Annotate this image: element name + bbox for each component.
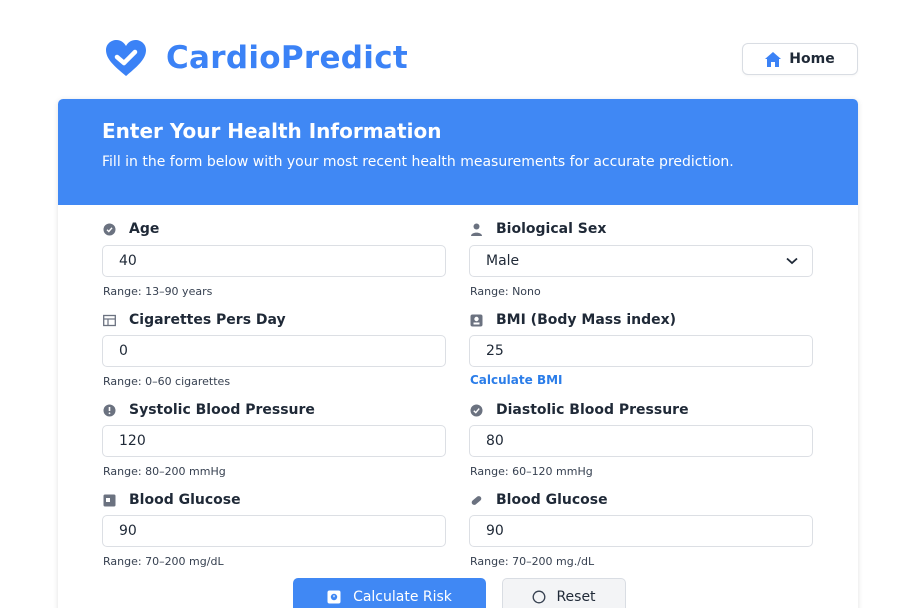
cigarettes-label: Cigarettes Pers Day bbox=[103, 312, 286, 328]
brand-logo[interactable]: CardioPredict bbox=[104, 38, 408, 78]
age-hint: Range: 13–90 years bbox=[103, 285, 213, 298]
reset-button[interactable]: Reset bbox=[502, 578, 626, 608]
systolic-hint: Range: 80–200 mmHg bbox=[103, 465, 226, 478]
age-input[interactable]: 40 bbox=[102, 245, 446, 277]
clock-circle-icon bbox=[103, 223, 116, 235]
cigarettes-hint: Range: 0–60 cigarettes bbox=[103, 375, 231, 388]
systolic-input[interactable]: 120 bbox=[102, 425, 446, 457]
glucose-left-hint: Range: 70–200 mg/dL bbox=[103, 555, 224, 568]
calculator-icon bbox=[327, 590, 341, 604]
cigarette-box-icon bbox=[103, 314, 116, 326]
home-label: Home bbox=[789, 51, 835, 67]
home-button[interactable]: Home bbox=[742, 43, 858, 75]
calculate-risk-button[interactable]: Calculate Risk bbox=[293, 578, 486, 608]
check-circle-icon bbox=[470, 404, 483, 416]
glucose-right-input[interactable]: 90 bbox=[469, 515, 813, 547]
person-icon bbox=[471, 223, 482, 236]
bmi-label: BMI (Body Mass index) bbox=[470, 312, 676, 328]
bmi-input[interactable]: 25 bbox=[469, 335, 813, 367]
calendar-icon bbox=[103, 494, 116, 506]
cigarettes-input[interactable]: 0 bbox=[102, 335, 446, 367]
diastolic-input[interactable]: 80 bbox=[469, 425, 813, 457]
pill-icon bbox=[471, 495, 482, 505]
card-subtitle: Fill in the form below with your most re… bbox=[102, 154, 734, 170]
calculate-bmi-link[interactable]: Calculate BMI bbox=[470, 373, 563, 387]
glucose-left-input[interactable]: 90 bbox=[102, 515, 446, 547]
sex-select[interactable]: Male bbox=[469, 245, 813, 277]
scale-icon bbox=[470, 314, 483, 326]
diastolic-label: Diastolic Blood Pressure bbox=[470, 402, 689, 418]
systolic-label: Systolic Blood Pressure bbox=[103, 402, 315, 418]
reset-label: Reset bbox=[556, 589, 596, 605]
circle-icon bbox=[532, 590, 546, 604]
card-header: Enter Your Health Information Fill in th… bbox=[58, 99, 858, 205]
glucose-right-hint: Range: 70–200 mg./dL bbox=[470, 555, 595, 568]
glucose-left-label: Blood Glucose bbox=[103, 492, 241, 508]
calculate-risk-label: Calculate Risk bbox=[353, 589, 452, 605]
diastolic-hint: Range: 60–120 mmHg bbox=[470, 465, 593, 478]
card-title: Enter Your Health Information bbox=[102, 119, 442, 143]
gauge-icon bbox=[103, 404, 116, 416]
sex-label: Biological Sex bbox=[470, 221, 606, 237]
chevron-down-icon bbox=[786, 257, 798, 265]
house-icon bbox=[765, 51, 782, 67]
heart-check-icon bbox=[106, 40, 146, 76]
sex-hint: Range: Nono bbox=[470, 285, 541, 298]
sex-value: Male bbox=[486, 253, 520, 269]
age-label: Age bbox=[103, 221, 159, 237]
brand-title: CardioPredict bbox=[166, 40, 409, 76]
glucose-right-label: Blood Glucose bbox=[470, 492, 608, 508]
